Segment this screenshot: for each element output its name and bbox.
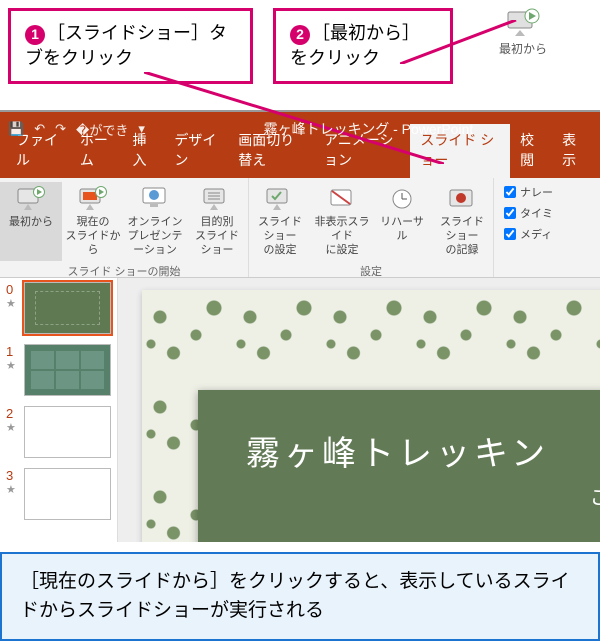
projector-current-icon: [79, 186, 107, 212]
projector-play-icon: [17, 186, 45, 212]
slide-thumbnail-1[interactable]: [24, 344, 111, 396]
ribbon-checkboxes: ナレー タイミ メディ: [494, 178, 559, 277]
slide-thumbnail-0[interactable]: [24, 282, 111, 334]
thumb-number: 3★: [6, 468, 18, 520]
from-beginning-label: 最初から: [9, 216, 53, 228]
thumb-row-3[interactable]: 3★: [6, 468, 111, 520]
from-beginning-preview-button: 最初から: [487, 8, 559, 57]
document-name: 霧ヶ峰トレッキング: [264, 121, 390, 137]
from-current-label: 現在の スライドから: [66, 216, 121, 256]
callout-text-2: ［最初から］をクリック: [290, 23, 420, 68]
custom-show-button[interactable]: 目的別 スライド ショー: [186, 182, 248, 261]
thumb-number: 1★: [6, 344, 18, 396]
callout-step-2: 2［最初から］をクリック: [273, 8, 453, 84]
redo-icon[interactable]: ↷: [55, 121, 66, 137]
app-name: PowerPoint: [402, 121, 474, 137]
thumb-row-0[interactable]: 0★: [6, 282, 111, 334]
footer-tip: ［現在のスライドから］をクリックすると、表示しているスライドからスライドショーが…: [0, 552, 600, 641]
slide-title: 霧ヶ峰トレッキン: [246, 426, 600, 475]
media-checkbox[interactable]: メディ: [504, 226, 553, 242]
from-beginning-button[interactable]: 最初から: [0, 182, 62, 261]
callout-step-1: 1［スライドショー］タブをクリック: [8, 8, 253, 84]
from-beginning-preview-label: 最初から: [499, 42, 547, 56]
save-icon[interactable]: 💾: [8, 121, 24, 137]
callout-number-1: 1: [25, 25, 45, 45]
projector-check-icon: [266, 186, 294, 212]
rehearse-label: リハーサル: [380, 216, 424, 242]
setup-show-label: スライド ショー の設定: [258, 216, 302, 256]
work-area: 0★ 1★ 2★ 3★ 霧ヶ峰トレッキン ご案内: [0, 278, 600, 542]
hide-slide-label: 非表示スライド に設定: [315, 216, 370, 256]
overlay-title-slide: 霧ヶ峰トレッキン ご案内: [198, 390, 600, 542]
slide-thumbnails-panel[interactable]: 0★ 1★ 2★ 3★: [0, 278, 118, 542]
callout-text-1: ［スライドショー］タブをクリック: [25, 23, 227, 68]
thumb-row-2[interactable]: 2★: [6, 406, 111, 458]
projector-list-icon: [203, 186, 231, 212]
slide-hidden-icon: [328, 186, 356, 212]
slide-canvas[interactable]: 霧ヶ峰トレッキン ご案内: [118, 278, 600, 542]
present-online-label: オンライン プレゼンテーション: [128, 216, 183, 256]
hide-slide-button[interactable]: 非表示スライド に設定: [311, 182, 373, 261]
slide-thumbnail-2[interactable]: [24, 406, 111, 458]
record-icon: [448, 186, 476, 212]
record-show-label: スライド ショー の記録: [440, 216, 484, 256]
window-title: 霧ヶ峰トレッキング - PowerPoint: [145, 119, 592, 139]
ribbon: 最初から 現在の スライドから オンライン プレゼンテーション 目的別 スライド…: [0, 178, 600, 278]
slide-thumbnail-3[interactable]: [24, 468, 111, 520]
thumb-row-1[interactable]: 1★: [6, 344, 111, 396]
thumb-number: 2★: [6, 406, 18, 458]
start-show-icon[interactable]: �ができ: [76, 120, 128, 139]
narration-checkbox[interactable]: ナレー: [504, 184, 553, 200]
undo-icon[interactable]: ↶: [34, 121, 45, 137]
clock-icon: [388, 186, 416, 212]
ribbon-group-start: 最初から 現在の スライドから オンライン プレゼンテーション 目的別 スライド…: [0, 178, 249, 277]
callout-number-2: 2: [290, 25, 310, 45]
slide-subtitle: ご案内: [246, 481, 600, 510]
rehearse-button[interactable]: リハーサル: [373, 182, 431, 261]
custom-show-label: 目的別 スライド ショー: [195, 216, 239, 256]
present-online-button[interactable]: オンライン プレゼンテーション: [124, 182, 186, 261]
thumb-number: 0★: [6, 282, 18, 334]
ribbon-tabs: ファイル ホーム 挿入 デザイン 画面切り替え アニメーション スライド ショー…: [0, 146, 600, 178]
setup-show-button[interactable]: スライド ショー の設定: [249, 182, 311, 261]
powerpoint-window: 💾 ↶ ↷ �ができ ▾ 霧ヶ峰トレッキング - PowerPoint ファイル…: [0, 110, 600, 542]
monitor-globe-icon: [141, 186, 169, 212]
projector-play-icon: [506, 8, 540, 36]
footer-tip-text: ［現在のスライドから］をクリックすると、表示しているスライドからスライドショーが…: [20, 571, 570, 621]
record-show-button[interactable]: スライド ショー の記録: [431, 182, 493, 261]
from-current-button[interactable]: 現在の スライドから: [62, 182, 124, 261]
timing-checkbox[interactable]: タイミ: [504, 205, 553, 221]
ribbon-group-setup: スライド ショー の設定 非表示スライド に設定 リハーサル スライド ショー …: [249, 178, 494, 277]
